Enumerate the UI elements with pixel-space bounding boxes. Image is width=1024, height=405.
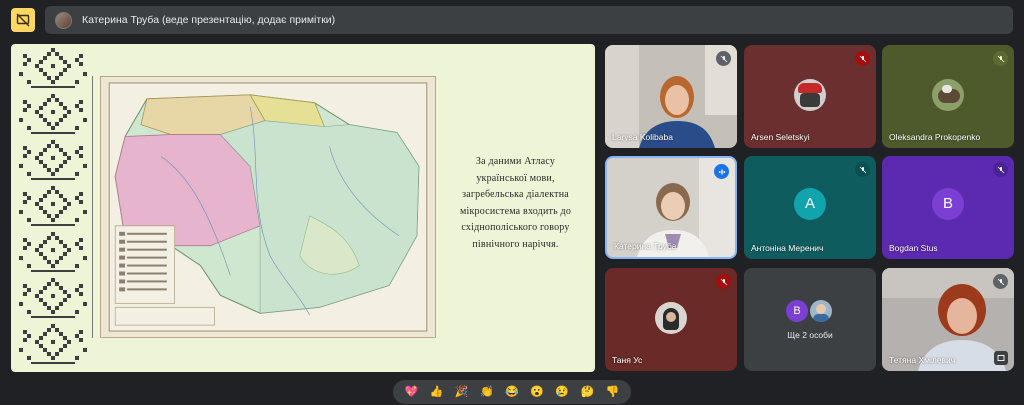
slide-text-line: української мови, xyxy=(476,172,555,184)
embroidery-ornament xyxy=(17,46,89,368)
avatar xyxy=(810,300,832,322)
more-participants-tile[interactable]: B Ще 2 особи xyxy=(744,268,876,371)
mic-muted-icon xyxy=(716,51,731,66)
participant-name: Катерина Труба xyxy=(614,241,677,251)
avatar xyxy=(794,79,826,111)
participant-name: Таня Ус xyxy=(612,355,643,365)
slide-text-line: мікросистема входить до xyxy=(459,205,572,217)
mic-muted-icon xyxy=(993,51,1008,66)
participant-tile[interactable]: Таня Ус xyxy=(605,268,737,371)
participant-name: Larysa Kolibaba xyxy=(612,132,673,142)
presenter-label: Катерина Труба (веде презентацію, додає … xyxy=(82,14,336,26)
stop-presenting-button[interactable] xyxy=(11,8,35,32)
participant-name: Oleksandra Prokopenko xyxy=(889,132,981,142)
divider xyxy=(92,76,93,338)
avatar: А xyxy=(794,187,826,220)
reaction-laugh-button[interactable]: 😂 xyxy=(505,386,519,398)
top-bar: Катерина Труба (веде презентацію, додає … xyxy=(0,0,1024,40)
presenter-banner: Катерина Труба (веде презентацію, додає … xyxy=(45,6,1013,34)
avatar xyxy=(55,11,72,29)
reaction-thumbs-up-button[interactable]: 👍 xyxy=(430,386,444,398)
participant-tile[interactable]: Oleksandra Prokopenko xyxy=(882,45,1014,148)
avatar: B xyxy=(932,187,964,220)
reaction-clap-button[interactable]: 👏 xyxy=(480,386,494,398)
slide-text-line: За даними Атласу xyxy=(475,156,556,167)
slide-text-line: північного наріччя. xyxy=(472,238,559,250)
participant-name: Bogdan Stus xyxy=(889,243,938,253)
reaction-party-button[interactable]: 🎉 xyxy=(455,386,469,398)
mic-muted-icon xyxy=(855,51,870,66)
participant-tile-active-speaker[interactable]: Катерина Труба xyxy=(605,156,737,259)
reaction-thinking-button[interactable]: 🤔 xyxy=(580,386,594,398)
reaction-heart-button[interactable]: 💖 xyxy=(405,386,419,398)
pin-icon[interactable] xyxy=(994,351,1008,365)
avatar xyxy=(655,302,687,334)
speaking-indicator-icon xyxy=(714,164,729,179)
presentation-slide: За даними Атласу української мови, загре… xyxy=(11,44,595,372)
participant-tile[interactable]: Arsen Seletskyi xyxy=(744,45,876,148)
participant-tile[interactable]: B Bogdan Stus xyxy=(882,156,1014,259)
avatar: B xyxy=(786,300,808,322)
reaction-thumbs-down-button[interactable]: 👎 xyxy=(606,386,620,398)
reactions-bar: 💖 👍 🎉 👏 😂 😮 😢 🤔 👎 xyxy=(393,380,631,404)
participant-tile[interactable]: Тетяна Хмілевич xyxy=(882,268,1014,371)
mic-muted-icon xyxy=(716,274,731,289)
mic-muted-icon xyxy=(993,274,1008,289)
participant-name: Arsen Seletskyi xyxy=(751,132,810,142)
mic-muted-icon xyxy=(993,162,1008,177)
slide-text: За даними Атласу української мови, загре… xyxy=(436,154,595,253)
reaction-surprised-button[interactable]: 😮 xyxy=(530,386,544,398)
dialect-atlas-map xyxy=(100,76,436,338)
more-participants-label: Ще 2 особи xyxy=(787,330,833,340)
participant-tile[interactable]: Larysa Kolibaba xyxy=(605,45,737,148)
slide-text-line: загребельська діалектна xyxy=(462,189,569,200)
participant-name: Антоніна Меренич xyxy=(751,243,824,253)
participant-name: Тетяна Хмілевич xyxy=(889,355,956,365)
participant-tile[interactable]: А Антоніна Меренич xyxy=(744,156,876,259)
reaction-sad-button[interactable]: 😢 xyxy=(555,386,569,398)
slide-text-line: східнополіського говору xyxy=(461,222,570,233)
present-screen-off-icon xyxy=(16,13,30,27)
mic-muted-icon xyxy=(855,162,870,177)
avatar xyxy=(932,79,964,111)
